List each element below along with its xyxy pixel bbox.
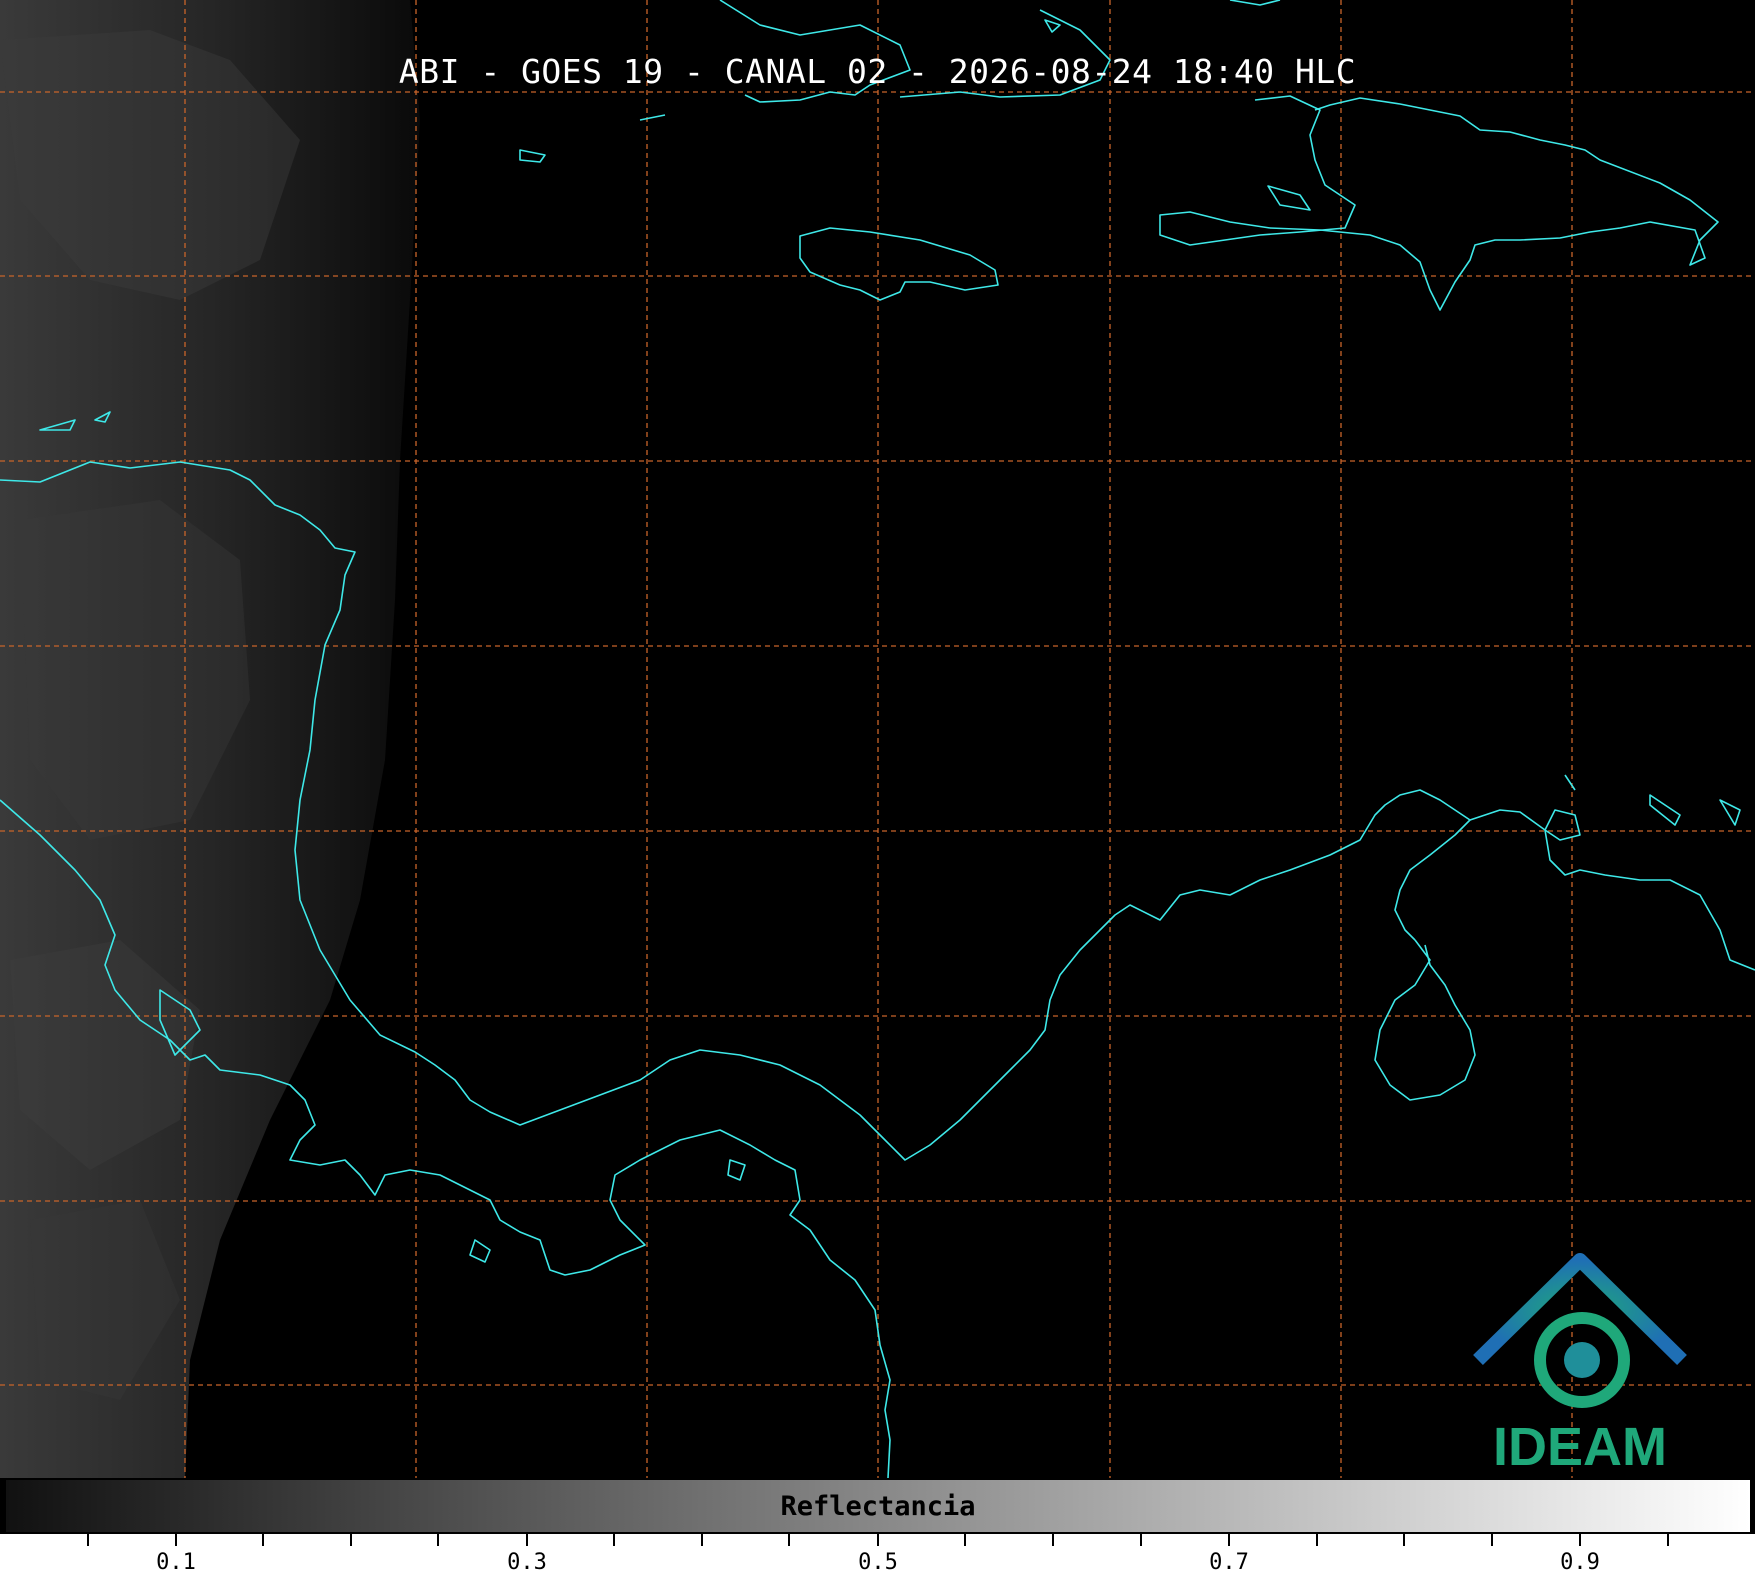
minor-tick: [788, 1534, 790, 1546]
tick-label: 0.9: [1560, 1550, 1600, 1575]
minor-tick: [1491, 1534, 1493, 1546]
tick-label: 0.5: [858, 1550, 898, 1575]
minor-tick: [613, 1534, 615, 1546]
minor-tick: [437, 1534, 439, 1546]
minor-tick: [964, 1534, 966, 1546]
colorbar-ticks: 0.1 0.3 0.5 0.7 0.9: [0, 1534, 1755, 1577]
ideam-logo: IDEAM: [1470, 1250, 1690, 1477]
minor-tick: [701, 1534, 703, 1546]
major-tick: [1579, 1534, 1581, 1546]
minor-tick: [262, 1534, 264, 1546]
minor-tick: [1052, 1534, 1054, 1546]
minor-tick: [1403, 1534, 1405, 1546]
major-tick: [526, 1534, 528, 1546]
minor-tick: [87, 1534, 89, 1546]
tick-label: 0.1: [156, 1550, 196, 1575]
major-tick: [877, 1534, 879, 1546]
minor-tick: [1667, 1534, 1669, 1546]
colorbar-label: Reflectancia: [780, 1491, 976, 1522]
major-tick: [1228, 1534, 1230, 1546]
minor-tick: [1140, 1534, 1142, 1546]
major-tick: [175, 1534, 177, 1546]
minor-tick: [1316, 1534, 1318, 1546]
tick-label: 0.3: [507, 1550, 547, 1575]
colorbar: Reflectancia: [4, 1478, 1752, 1534]
logo-text: IDEAM: [1493, 1417, 1667, 1477]
ideam-logo-mark: [1473, 1253, 1687, 1408]
satellite-map-viewer: ABI - GOES 19 - CANAL 02 - 2026-08-24 18…: [0, 0, 1755, 1577]
tick-label: 0.7: [1209, 1550, 1249, 1575]
logo-eye-icon: [1564, 1342, 1600, 1378]
minor-tick: [350, 1534, 352, 1546]
